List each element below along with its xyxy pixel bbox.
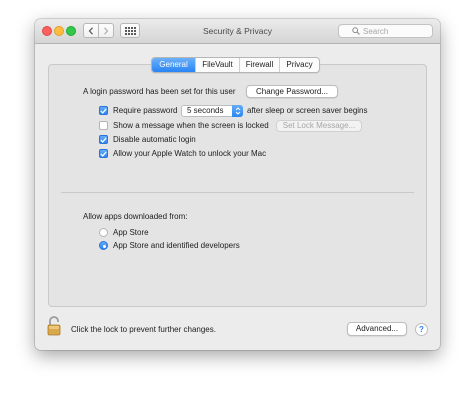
require-password-suffix: after sleep or screen saver begins: [247, 106, 368, 115]
set-lock-message-button[interactable]: Set Lock Message...: [276, 120, 362, 132]
show-message-row: Show a message when the screen is locked: [99, 121, 269, 130]
updown-chevron-icon: [232, 105, 243, 117]
require-password-delay-select[interactable]: 5 seconds: [181, 105, 243, 117]
lock-text: Click the lock to prevent further change…: [71, 325, 216, 334]
password-status-text: A login password has been set for this u…: [83, 87, 236, 96]
tab-firewall[interactable]: Firewall: [239, 58, 279, 72]
disable-auto-login-label: Disable automatic login: [113, 135, 196, 144]
allow-apps-option-identified: App Store and identified developers: [99, 241, 240, 250]
identified-developers-radio[interactable]: [99, 241, 108, 250]
allow-apps-heading-row: Allow apps downloaded from:: [83, 212, 188, 221]
checkmark-icon: [100, 107, 107, 114]
apple-watch-row: Allow your Apple Watch to unlock your Ma…: [99, 149, 266, 158]
disable-auto-login-row: Disable automatic login: [99, 135, 196, 144]
apple-watch-checkbox[interactable]: [99, 149, 108, 158]
tab-privacy[interactable]: Privacy: [279, 58, 319, 72]
section-divider: [61, 192, 414, 193]
tab-content-panel: [48, 64, 427, 307]
lock-button[interactable]: [47, 316, 61, 338]
require-password-delay-value: 5 seconds: [187, 106, 224, 115]
advanced-button[interactable]: Advanced...: [347, 322, 407, 336]
show-message-checkbox[interactable]: [99, 121, 108, 130]
checkmark-icon: [100, 150, 107, 157]
search-placeholder: Search: [363, 26, 389, 36]
system-preferences-window: Security & Privacy Search General FileVa…: [35, 19, 440, 350]
allow-apps-label: Allow apps downloaded from:: [83, 212, 188, 221]
password-status-row: A login password has been set for this u…: [83, 87, 236, 96]
show-message-label: Show a message when the screen is locked: [113, 121, 269, 130]
apple-watch-label: Allow your Apple Watch to unlock your Ma…: [113, 149, 267, 158]
disable-auto-login-checkbox[interactable]: [99, 135, 108, 144]
help-icon: ?: [419, 325, 424, 334]
search-icon: [352, 27, 360, 35]
app-store-radio[interactable]: [99, 228, 108, 237]
app-store-radio-label: App Store: [113, 228, 149, 237]
tab-bar: General FileVault Firewall Privacy: [151, 57, 320, 73]
require-password-suffix-row: after sleep or screen saver begins: [247, 106, 368, 115]
search-field[interactable]: Search: [338, 24, 433, 38]
require-password-row: Require password: [99, 106, 177, 115]
tab-filevault[interactable]: FileVault: [195, 58, 239, 72]
tab-general[interactable]: General: [152, 58, 195, 72]
lock-icon: [47, 316, 61, 336]
require-password-label: Require password: [113, 106, 178, 115]
allow-apps-option-app-store: App Store: [99, 228, 149, 237]
title-bar: Security & Privacy Search: [35, 19, 440, 44]
lock-text-row: Click the lock to prevent further change…: [71, 325, 216, 334]
change-password-button[interactable]: Change Password...: [246, 85, 338, 98]
help-button[interactable]: ?: [415, 323, 428, 336]
require-password-checkbox[interactable]: [99, 106, 108, 115]
identified-developers-radio-label: App Store and identified developers: [113, 241, 240, 250]
checkmark-icon: [100, 136, 107, 143]
